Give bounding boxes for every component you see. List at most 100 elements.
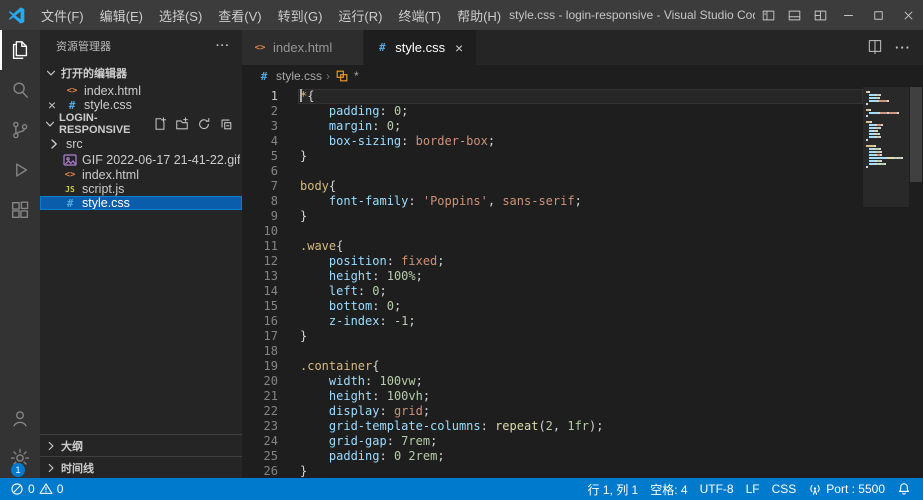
chevron-right-icon xyxy=(43,438,59,454)
live-server-port[interactable]: Port : 5500 xyxy=(802,478,891,500)
tree-item-src[interactable]: src xyxy=(40,136,242,152)
editor-more-actions[interactable]: ··· xyxy=(895,40,911,55)
toggle-sidebar-button[interactable] xyxy=(755,0,781,30)
code-line[interactable]: .wave{ xyxy=(298,239,863,254)
new-file-button[interactable] xyxy=(152,116,168,132)
code-line[interactable]: height: 100vh; xyxy=(298,389,863,404)
code-line[interactable]: grid-gap: 7rem; xyxy=(298,434,863,449)
problems-status[interactable]: 0 0 xyxy=(4,478,69,500)
file-label: index.html xyxy=(82,168,139,182)
tree-item-gif-2022-06-17-21-41-22-gif[interactable]: GIF 2022-06-17 21-41-22.gif xyxy=(40,152,242,168)
code-line[interactable]: width: 100vw; xyxy=(298,374,863,389)
toggle-panel-button[interactable] xyxy=(781,0,807,30)
collapse-all-button[interactable] xyxy=(218,116,234,132)
html-file-icon: <> xyxy=(64,86,80,96)
language-mode[interactable]: CSS xyxy=(766,478,803,500)
open-editors-header[interactable]: 打开的编辑器 xyxy=(40,62,242,84)
code-content[interactable]: *{ padding: 0; margin: 0; box-sizing: bo… xyxy=(298,87,863,478)
tree-item-style-css[interactable]: #style.css xyxy=(40,196,242,210)
code-line[interactable]: bottom: 0; xyxy=(298,299,863,314)
encoding[interactable]: UTF-8 xyxy=(694,478,740,500)
code-line[interactable]: box-sizing: border-box; xyxy=(298,134,863,149)
activitybar-account[interactable] xyxy=(0,398,40,438)
close-icon[interactable]: × xyxy=(450,40,468,56)
breadcrumb-item-style-css[interactable]: #style.css xyxy=(256,69,322,83)
code-line[interactable]: z-index: -1; xyxy=(298,314,863,329)
code-line[interactable]: } xyxy=(298,464,863,478)
code-line[interactable]: .container{ xyxy=(298,359,863,374)
cursor-position[interactable]: 行 1, 列 1 xyxy=(582,478,645,500)
code-line[interactable]: } xyxy=(298,149,863,164)
notifications-bell[interactable] xyxy=(891,478,917,500)
line-number: 6 xyxy=(242,164,278,179)
code-line[interactable]: } xyxy=(298,209,863,224)
line-number: 21 xyxy=(242,389,278,404)
code-line[interactable]: margin: 0; xyxy=(298,119,863,134)
line-number: 8 xyxy=(242,194,278,209)
menu-edit[interactable]: 编辑(E) xyxy=(92,0,151,30)
activitybar-extensions[interactable] xyxy=(0,190,40,230)
menu-file[interactable]: 文件(F) xyxy=(33,0,92,30)
activitybar-explorer[interactable] xyxy=(0,30,40,70)
vertical-scrollbar[interactable] xyxy=(909,87,923,478)
code-line[interactable]: *{ xyxy=(298,89,863,104)
code-line[interactable] xyxy=(298,164,863,179)
open-editor-style-css[interactable]: ×#style.css xyxy=(40,98,242,112)
code-line[interactable]: grid-template-columns: repeat(2, 1fr); xyxy=(298,419,863,434)
scrollbar-thumb[interactable] xyxy=(910,87,922,182)
activitybar-run-debug[interactable] xyxy=(0,150,40,190)
menu-view[interactable]: 查看(V) xyxy=(210,0,269,30)
code-line[interactable]: height: 100%; xyxy=(298,269,863,284)
minimap[interactable] xyxy=(863,87,909,478)
line-number: 26 xyxy=(242,464,278,478)
minimap-slider[interactable] xyxy=(863,87,909,207)
tab-label: style.css xyxy=(395,40,445,55)
code-line[interactable]: left: 0; xyxy=(298,284,863,299)
eol-sequence[interactable]: LF xyxy=(740,478,766,500)
breadcrumb: #style.css›* xyxy=(242,65,923,87)
close-icon[interactable]: × xyxy=(44,98,60,112)
customize-layout-button[interactable] xyxy=(807,0,833,30)
refresh-button[interactable] xyxy=(196,116,212,132)
code-line[interactable]: display: grid; xyxy=(298,404,863,419)
activitybar-settings[interactable]: 1 xyxy=(0,438,40,478)
breadcrumb-item-item[interactable]: * xyxy=(334,69,359,83)
code-line[interactable] xyxy=(298,224,863,239)
warning-icon xyxy=(39,482,53,496)
open-editor-index-html[interactable]: <>index.html xyxy=(40,84,242,98)
folder-root-header[interactable]: LOGIN-RESPONSIVE xyxy=(40,112,242,136)
close-button[interactable] xyxy=(893,0,923,30)
code-line[interactable]: position: fixed; xyxy=(298,254,863,269)
menu-help[interactable]: 帮助(H) xyxy=(449,0,509,30)
file-label: script.js xyxy=(82,182,124,196)
menu-go[interactable]: 转到(G) xyxy=(270,0,331,30)
line-number: 10 xyxy=(242,224,278,239)
editor-group: <>index.html× #style.css × ··· #style.css›… xyxy=(242,30,923,478)
menu-run[interactable]: 运行(R) xyxy=(330,0,390,30)
activitybar-search[interactable] xyxy=(0,70,40,110)
tree-item-script-js[interactable]: JSscript.js xyxy=(40,182,242,196)
code-line[interactable]: padding: 0 2rem; xyxy=(298,449,863,464)
indentation[interactable]: 空格: 4 xyxy=(644,478,693,500)
code-line[interactable]: font-family: 'Poppins', sans-serif; xyxy=(298,194,863,209)
code-line[interactable]: } xyxy=(298,329,863,344)
menu-terminal[interactable]: 终端(T) xyxy=(390,0,449,30)
new-folder-button[interactable] xyxy=(174,116,190,132)
tree-item-index-html[interactable]: <>index.html xyxy=(40,168,242,182)
timeline-section-header[interactable]: 时间线 xyxy=(40,456,242,478)
split-editor-button[interactable] xyxy=(867,38,883,57)
code-line[interactable] xyxy=(298,344,863,359)
activity-bar-top xyxy=(0,30,40,230)
code-line[interactable]: padding: 0; xyxy=(298,104,863,119)
menu-selection[interactable]: 选择(S) xyxy=(151,0,210,30)
activitybar-source-control[interactable] xyxy=(0,110,40,150)
line-number-gutter: 1234567891011121314151617181920212223242… xyxy=(242,87,298,478)
tab-index-html[interactable]: <>index.html× xyxy=(242,30,364,65)
outline-section-header[interactable]: 大纲 xyxy=(40,434,242,456)
maximize-button[interactable] xyxy=(863,0,893,30)
code-line[interactable]: body{ xyxy=(298,179,863,194)
more-actions-icon[interactable]: ··· xyxy=(216,40,230,52)
minimize-button[interactable] xyxy=(833,0,863,30)
line-number: 1 xyxy=(242,89,278,104)
tab-style-css[interactable]: #style.css× xyxy=(364,30,477,65)
